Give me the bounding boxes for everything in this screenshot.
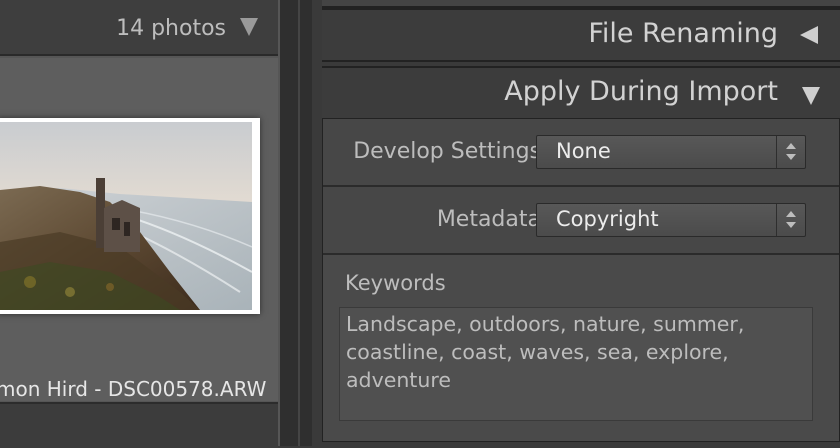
stepper-arrows-icon[interactable] — [776, 136, 805, 168]
file-renaming-header[interactable]: File Renaming — [322, 8, 840, 62]
thumbnail-image[interactable] — [0, 122, 252, 310]
panel-top-edge — [322, 0, 840, 8]
disclosure-arrow-down-icon[interactable] — [240, 18, 258, 36]
thumbnail-cell[interactable]: mon Hird - DSC00578.ARW — [0, 58, 278, 401]
disclosure-arrow-left-icon[interactable] — [800, 26, 818, 44]
stepper-arrows-icon[interactable] — [776, 204, 805, 236]
section-title: File Renaming — [588, 18, 778, 49]
photo-count: 14 photos — [116, 16, 226, 41]
develop-settings-value: None — [556, 139, 611, 163]
panel-divider — [280, 0, 312, 446]
apply-during-import-header[interactable]: Apply During Import — [322, 66, 840, 120]
section-title: Apply During Import — [504, 76, 778, 107]
keywords-field[interactable]: Landscape, outdoors, nature, summer, coa… — [339, 307, 813, 421]
thumbnail-caption: mon Hird - DSC00578.ARW — [0, 377, 267, 401]
grid-view: 14 photos mon Hird - DSC00578.ARW — [0, 0, 280, 448]
import-panel: File Renaming Apply During Import Develo… — [312, 0, 840, 446]
grid-footer — [0, 402, 278, 448]
grid-header: 14 photos — [0, 0, 278, 56]
thumbnail-frame[interactable] — [0, 118, 260, 314]
develop-settings-row: Develop Settings None — [323, 119, 839, 187]
develop-settings-select[interactable]: None — [536, 135, 806, 169]
keywords-label: Keywords — [345, 271, 446, 295]
metadata-label: Metadata — [436, 207, 541, 232]
develop-settings-label: Develop Settings — [353, 139, 541, 164]
metadata-row: Metadata Copyright — [323, 187, 839, 255]
apply-during-import-body: Develop Settings None Metadata Copyright… — [322, 118, 840, 442]
metadata-value: Copyright — [556, 207, 659, 231]
disclosure-arrow-down-icon[interactable] — [802, 87, 820, 105]
metadata-select[interactable]: Copyright — [536, 203, 806, 237]
